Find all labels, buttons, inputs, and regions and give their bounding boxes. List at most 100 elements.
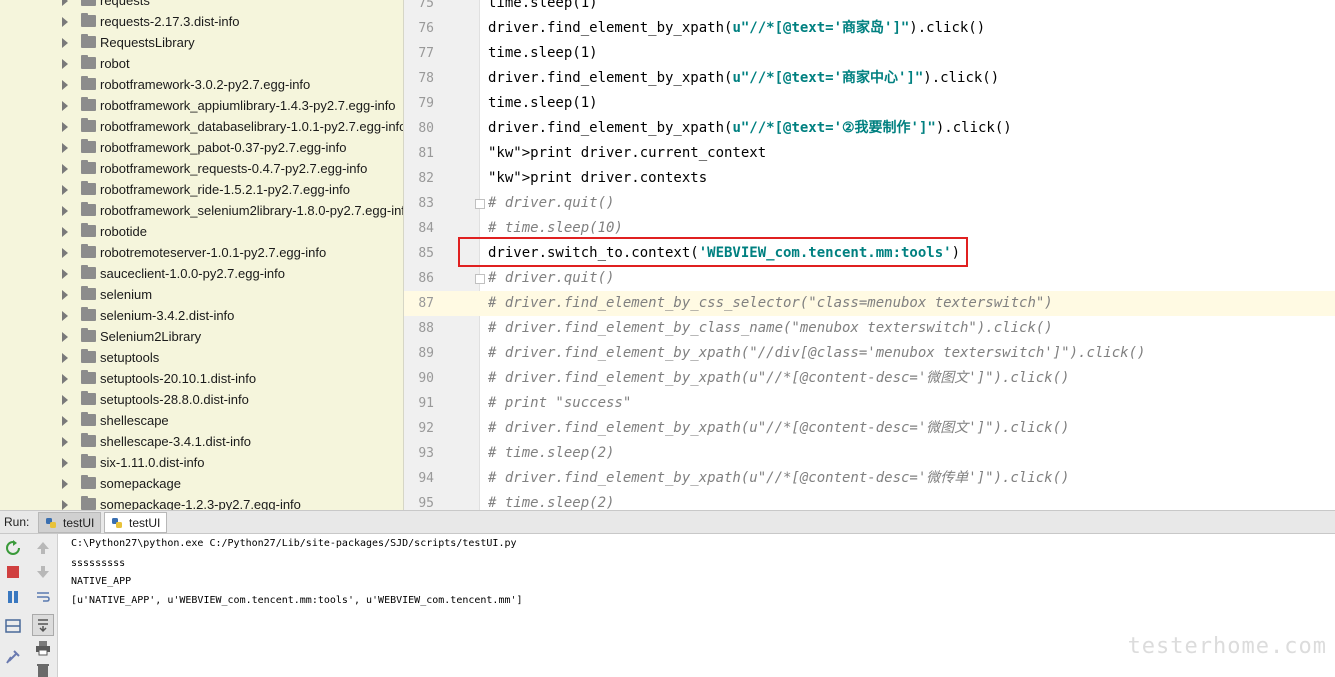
code-line[interactable]: 82 "kw">print driver.contexts bbox=[404, 166, 1335, 191]
expand-arrow-icon[interactable] bbox=[62, 437, 68, 447]
tree-item[interactable]: robotframework_pabot-0.37-py2.7.egg-info bbox=[0, 137, 403, 158]
tree-item[interactable]: setuptools-28.8.0.dist-info bbox=[0, 389, 403, 410]
expand-arrow-icon[interactable] bbox=[62, 80, 68, 90]
code-line[interactable]: 88 # driver.find_element_by_class_name("m… bbox=[404, 316, 1335, 341]
line-number: 81 bbox=[418, 146, 434, 161]
expand-arrow-icon[interactable] bbox=[62, 374, 68, 384]
tree-item[interactable]: robotframework_selenium2library-1.8.0-py… bbox=[0, 200, 403, 221]
code-line[interactable]: 80 driver.find_element_by_xpath(u"//*[@te… bbox=[404, 116, 1335, 141]
expand-arrow-icon[interactable] bbox=[62, 458, 68, 468]
code-line[interactable]: 92 # driver.find_element_by_xpath(u"//*[@… bbox=[404, 416, 1335, 441]
code-line[interactable]: 83 # driver.quit() bbox=[404, 191, 1335, 216]
tree-item[interactable]: selenium bbox=[0, 284, 403, 305]
tree-item[interactable]: requests bbox=[0, 0, 403, 11]
code-line[interactable]: 86 # driver.quit() bbox=[404, 266, 1335, 291]
expand-arrow-icon[interactable] bbox=[62, 269, 68, 279]
expand-arrow-icon[interactable] bbox=[62, 185, 68, 195]
expand-arrow-icon[interactable] bbox=[62, 500, 68, 510]
code-line[interactable]: 89 # driver.find_element_by_xpath("//div[… bbox=[404, 341, 1335, 366]
tree-item[interactable]: shellescape bbox=[0, 410, 403, 431]
tree-item[interactable]: robotframework_databaselibrary-1.0.1-py2… bbox=[0, 116, 403, 137]
run-console[interactable]: C:\Python27\python.exe C:/Python27/Lib/s… bbox=[58, 534, 1335, 677]
expand-arrow-icon[interactable] bbox=[62, 164, 68, 174]
folder-icon bbox=[81, 265, 96, 279]
code-line[interactable]: 93 # time.sleep(2) bbox=[404, 441, 1335, 466]
expand-arrow-icon[interactable] bbox=[62, 17, 68, 27]
tree-item[interactable]: somepackage-1.2.3-py2.7.egg-info bbox=[0, 494, 403, 510]
tree-item-label: shellescape-3.4.1.dist-info bbox=[100, 434, 252, 449]
highlight-annotation-box bbox=[458, 237, 968, 267]
code-text: time.sleep(1) bbox=[488, 95, 598, 111]
tree-item[interactable]: robotframework-3.0.2-py2.7.egg-info bbox=[0, 74, 403, 95]
expand-arrow-icon[interactable] bbox=[62, 206, 68, 216]
tree-item[interactable]: selenium-3.4.2.dist-info bbox=[0, 305, 403, 326]
folder-icon bbox=[81, 328, 96, 342]
tree-item[interactable]: requests-2.17.3.dist-info bbox=[0, 11, 403, 32]
tree-item[interactable]: robotframework_ride-1.5.2.1-py2.7.egg-in… bbox=[0, 179, 403, 200]
soft-wrap-icon[interactable] bbox=[35, 589, 51, 605]
code-line[interactable]: 95 # time.sleep(2) bbox=[404, 491, 1335, 510]
tree-item[interactable]: setuptools-20.10.1.dist-info bbox=[0, 368, 403, 389]
pin-icon[interactable] bbox=[5, 649, 21, 665]
tree-item-label: somepackage bbox=[100, 476, 181, 491]
line-number: 84 bbox=[418, 221, 434, 236]
expand-arrow-icon[interactable] bbox=[62, 395, 68, 405]
expand-arrow-icon[interactable] bbox=[62, 416, 68, 426]
folder-icon bbox=[81, 349, 96, 363]
line-number: 82 bbox=[418, 171, 434, 186]
code-line[interactable]: 75 time.sleep(1) bbox=[404, 0, 1335, 16]
tree-item[interactable]: robotframework_requests-0.4.7-py2.7.egg-… bbox=[0, 158, 403, 179]
tree-item[interactable]: robotide bbox=[0, 221, 403, 242]
expand-arrow-icon[interactable] bbox=[62, 143, 68, 153]
expand-arrow-icon[interactable] bbox=[62, 122, 68, 132]
tree-item[interactable]: shellescape-3.4.1.dist-info bbox=[0, 431, 403, 452]
expand-arrow-icon[interactable] bbox=[62, 0, 68, 6]
expand-arrow-icon[interactable] bbox=[62, 332, 68, 342]
tree-item[interactable]: setuptools bbox=[0, 347, 403, 368]
expand-arrow-icon[interactable] bbox=[62, 248, 68, 258]
code-line[interactable]: 77 time.sleep(1) bbox=[404, 41, 1335, 66]
layout-icon[interactable] bbox=[5, 618, 21, 634]
expand-arrow-icon[interactable] bbox=[62, 353, 68, 363]
tree-item[interactable]: robotframework_appiumlibrary-1.4.3-py2.7… bbox=[0, 95, 403, 116]
code-line[interactable]: 87 # driver.find_element_by_css_selector(… bbox=[404, 291, 1335, 316]
trash-icon[interactable] bbox=[35, 662, 51, 677]
down-arrow-icon[interactable] bbox=[35, 564, 51, 580]
code-line[interactable]: 76 driver.find_element_by_xpath(u"//*[@te… bbox=[404, 16, 1335, 41]
line-number: 87 bbox=[404, 291, 434, 316]
tree-item[interactable]: robotremoteserver-1.0.1-py2.7.egg-info bbox=[0, 242, 403, 263]
tree-item-label: requests bbox=[100, 0, 150, 8]
stop-icon[interactable] bbox=[5, 564, 21, 580]
scroll-to-end-toggle[interactable] bbox=[32, 614, 54, 636]
tree-item[interactable]: Selenium2Library bbox=[0, 326, 403, 347]
tree-item[interactable]: somepackage bbox=[0, 473, 403, 494]
line-number: 86 bbox=[418, 271, 434, 286]
code-line[interactable]: 90 # driver.find_element_by_xpath(u"//*[@… bbox=[404, 366, 1335, 391]
code-line[interactable]: 91 # print "success" bbox=[404, 391, 1335, 416]
rerun-icon[interactable] bbox=[5, 540, 21, 556]
fold-marker-icon[interactable] bbox=[475, 199, 485, 209]
expand-arrow-icon[interactable] bbox=[62, 290, 68, 300]
expand-arrow-icon[interactable] bbox=[62, 479, 68, 489]
expand-arrow-icon[interactable] bbox=[62, 59, 68, 69]
tree-item-label: selenium-3.4.2.dist-info bbox=[100, 308, 235, 323]
tree-item[interactable]: sauceclient-1.0.0-py2.7.egg-info bbox=[0, 263, 403, 284]
pause-icon[interactable] bbox=[5, 589, 21, 605]
fold-marker-icon[interactable] bbox=[475, 274, 485, 284]
tree-item[interactable]: RequestsLibrary bbox=[0, 32, 403, 53]
up-arrow-icon[interactable] bbox=[35, 540, 51, 556]
code-line[interactable]: 81 "kw">print driver.current_context bbox=[404, 141, 1335, 166]
code-line[interactable]: 94 # driver.find_element_by_xpath(u"//*[@… bbox=[404, 466, 1335, 491]
expand-arrow-icon[interactable] bbox=[62, 101, 68, 111]
folder-icon bbox=[81, 286, 96, 300]
run-tab-testui-1[interactable]: testUI bbox=[38, 512, 102, 533]
tree-item[interactable]: six-1.11.0.dist-info bbox=[0, 452, 403, 473]
run-tab-testui-2[interactable]: testUI bbox=[104, 512, 168, 533]
tree-item[interactable]: robot bbox=[0, 53, 403, 74]
expand-arrow-icon[interactable] bbox=[62, 311, 68, 321]
code-line[interactable]: 79 time.sleep(1) bbox=[404, 91, 1335, 116]
code-line[interactable]: 78 driver.find_element_by_xpath(u"//*[@te… bbox=[404, 66, 1335, 91]
expand-arrow-icon[interactable] bbox=[62, 227, 68, 237]
expand-arrow-icon[interactable] bbox=[62, 38, 68, 48]
print-icon[interactable] bbox=[35, 640, 51, 656]
